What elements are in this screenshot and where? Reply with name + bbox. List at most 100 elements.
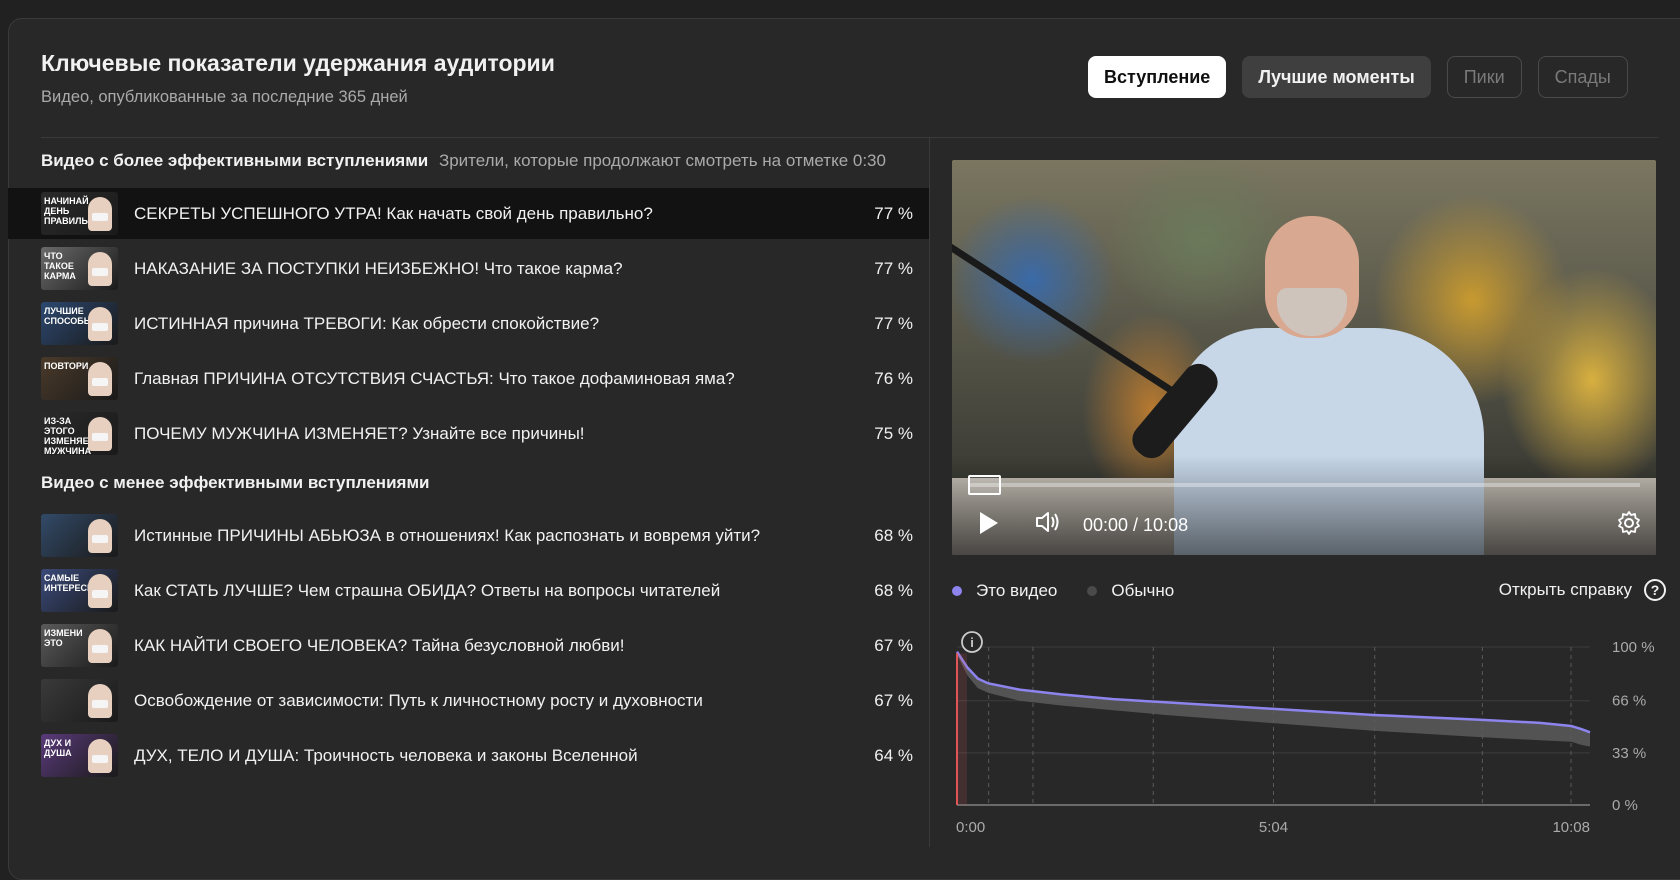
worse-video-row[interactable]: Истинные ПРИЧИНЫ АБЬЮЗА в отношениях! Ка… bbox=[8, 510, 929, 561]
thumbnail-face bbox=[88, 307, 112, 341]
retention-percent: 77 % bbox=[874, 313, 913, 333]
thumbnail-face bbox=[88, 362, 112, 396]
video-title[interactable]: Истинные ПРИЧИНЫ АБЬЮЗА в отношениях! Ка… bbox=[134, 526, 760, 546]
video-thumbnail[interactable]: ЛУЧШИЕ СПОСОБЫ bbox=[41, 302, 118, 345]
progress-bar[interactable] bbox=[968, 483, 1640, 487]
thumbnail-face bbox=[88, 252, 112, 286]
tab-intro[interactable]: Вступление bbox=[1088, 56, 1227, 98]
controls-overlay bbox=[952, 455, 1656, 555]
thumbnail-text: ЛУЧШИЕ СПОСОБЫ bbox=[44, 306, 93, 326]
video-title[interactable]: ИСТИННАЯ причина ТРЕВОГИ: Как обрести сп… bbox=[134, 314, 599, 334]
worse-heading-text: Видео с менее эффективными вступлениями bbox=[41, 473, 430, 492]
thumbnail-text: ИЗМЕНИ ЭТО bbox=[44, 628, 83, 648]
thumbnail-text: НАЧИНАЙ ДЕНЬ ПРАВИЛЬНО bbox=[44, 196, 102, 226]
retention-percent: 75 % bbox=[874, 423, 913, 443]
retention-percent: 68 % bbox=[874, 580, 913, 600]
page-subtitle: Видео, опубликованные за последние 365 д… bbox=[41, 88, 408, 106]
open-help-link[interactable]: Открыть справку ? bbox=[1499, 579, 1666, 601]
tab-peaks[interactable]: Пики bbox=[1446, 56, 1522, 98]
x-tick-label: 5:04 bbox=[1259, 819, 1288, 836]
thumbnail-face bbox=[88, 739, 112, 773]
chart-legend: Это видео Обычно bbox=[952, 581, 1204, 601]
thumbnail-text: САМЫЕ ИНТЕРЕСНЫЕ bbox=[44, 573, 109, 593]
thumbnail-face bbox=[88, 519, 112, 553]
legend-dot-typical bbox=[1087, 586, 1098, 596]
retention-percent: 68 % bbox=[874, 525, 913, 545]
retention-percent: 77 % bbox=[874, 203, 913, 223]
video-thumbnail[interactable]: ПОВТОРИ bbox=[41, 357, 118, 400]
video-title[interactable]: НАКАЗАНИЕ ЗА ПОСТУПКИ НЕИЗБЕЖНО! Что так… bbox=[134, 259, 623, 279]
thumbnail-text: ДУХ И ДУША bbox=[44, 738, 72, 758]
y-tick-label: 33 % bbox=[1612, 745, 1646, 762]
column-divider bbox=[929, 137, 930, 847]
better-video-row[interactable]: ПОВТОРИ Главная ПРИЧИНА ОТСУТСТВИЯ СЧАСТЬ… bbox=[8, 353, 929, 404]
y-tick-label: 66 % bbox=[1612, 693, 1646, 710]
y-tick-label: 100 % bbox=[1612, 639, 1655, 656]
better-video-row[interactable]: ЛУЧШИЕ СПОСОБЫ ИСТИННАЯ причина ТРЕВОГИ: … bbox=[8, 298, 929, 349]
video-thumbnail[interactable] bbox=[41, 514, 118, 557]
tab-best-moments[interactable]: Лучшие моменты bbox=[1242, 56, 1431, 98]
worse-video-row[interactable]: САМЫЕ ИНТЕРЕСНЫЕ Как СТАТЬ ЛУЧШЕ? Чем стр… bbox=[8, 565, 929, 616]
retention-percent: 67 % bbox=[874, 635, 913, 655]
thumbnail-text: ПОВТОРИ bbox=[44, 361, 89, 371]
video-thumbnail[interactable]: ИЗМЕНИ ЭТО bbox=[41, 624, 118, 667]
play-icon[interactable] bbox=[980, 512, 998, 534]
x-tick-label: 0:00 bbox=[956, 819, 985, 836]
better-heading-note: Зрители, которые продолжают смотреть на … bbox=[438, 151, 886, 170]
tab-bar: Вступление Лучшие моменты Пики Спады bbox=[1088, 56, 1628, 100]
retention-percent: 64 % bbox=[874, 745, 913, 765]
video-title[interactable]: СЕКРЕТЫ УСПЕШНОГО УТРА! Как начать свой … bbox=[134, 204, 653, 224]
better-section-heading: Видео с более эффективными вступлениями … bbox=[41, 151, 886, 171]
help-question-icon: ? bbox=[1644, 579, 1666, 601]
settings-gear-icon[interactable] bbox=[1616, 510, 1642, 536]
video-title[interactable]: Как СТАТЬ ЛУЧШЕ? Чем страшна ОБИДА? Отве… bbox=[134, 581, 720, 601]
worse-video-row[interactable]: ИЗМЕНИ ЭТО КАК НАЙТИ СВОЕГО ЧЕЛОВЕКА? Тай… bbox=[8, 620, 929, 671]
volume-icon[interactable] bbox=[1034, 509, 1062, 535]
video-thumbnail[interactable]: НАЧИНАЙ ДЕНЬ ПРАВИЛЬНО bbox=[41, 192, 118, 235]
video-thumbnail[interactable]: ИЗ-ЗА ЭТОГО ИЗМЕНЯЕТ МУЖЧИНА bbox=[41, 412, 118, 455]
video-title[interactable]: ПОЧЕМУ МУЖЧИНА ИЗМЕНЯЕТ? Узнайте все при… bbox=[134, 424, 585, 444]
retention-chart[interactable]: i 100 % 66 % 33 % 0 % 0:00 5:04 10:08 bbox=[940, 625, 1680, 843]
header-divider bbox=[41, 137, 1658, 138]
video-thumbnail[interactable]: ЧТО ТАКОЕ КАРМА bbox=[41, 247, 118, 290]
legend-dot-this-video bbox=[952, 586, 962, 596]
video-thumbnail[interactable]: ДУХ И ДУША bbox=[41, 734, 118, 777]
worse-video-row[interactable]: ДУХ И ДУША ДУХ, ТЕЛО И ДУША: Троичность ч… bbox=[8, 730, 929, 781]
thumbnail-face bbox=[88, 684, 112, 718]
thumbnail-face bbox=[88, 629, 112, 663]
progress-scrubber[interactable] bbox=[968, 475, 1001, 495]
worse-section-heading: Видео с менее эффективными вступлениями bbox=[41, 473, 429, 493]
video-title[interactable]: ДУХ, ТЕЛО И ДУША: Троичность человека и … bbox=[134, 746, 638, 766]
video-thumbnail[interactable] bbox=[41, 679, 118, 722]
legend-label-typical: Обычно bbox=[1111, 581, 1175, 600]
open-help-label: Открыть справку bbox=[1498, 580, 1632, 599]
time-display: 00:00 / 10:08 bbox=[1083, 515, 1189, 535]
video-title[interactable]: Освобождение от зависимости: Путь к личн… bbox=[134, 691, 703, 711]
legend-this-video: Это видео bbox=[952, 581, 1057, 601]
page-title: Ключевые показатели удержания аудитории bbox=[41, 50, 555, 76]
thumbnail-face bbox=[88, 574, 112, 608]
video-title[interactable]: Главная ПРИЧИНА ОТСУТСТВИЯ СЧАСТЬЯ: Что … bbox=[134, 369, 735, 389]
y-tick-label: 0 % bbox=[1612, 797, 1638, 814]
better-video-row[interactable]: ЧТО ТАКОЕ КАРМА НАКАЗАНИЕ ЗА ПОСТУПКИ НЕИ… bbox=[8, 243, 929, 294]
retention-percent: 76 % bbox=[874, 368, 913, 388]
thumbnail-face bbox=[88, 197, 112, 231]
worse-video-row[interactable]: Освобождение от зависимости: Путь к личн… bbox=[8, 675, 929, 726]
retention-percent: 67 % bbox=[874, 690, 913, 710]
thumbnail-text: ИЗ-ЗА ЭТОГО ИЗМЕНЯЕТ МУЖЧИНА bbox=[44, 416, 95, 455]
legend-label-this-video: Это видео bbox=[976, 581, 1058, 600]
better-video-row[interactable]: ИЗ-ЗА ЭТОГО ИЗМЕНЯЕТ МУЖЧИНА ПОЧЕМУ МУЖЧИ… bbox=[8, 408, 929, 459]
info-icon-glyph: i bbox=[970, 635, 974, 650]
x-tick-label: 10:08 bbox=[1552, 819, 1590, 836]
video-thumbnail[interactable]: САМЫЕ ИНТЕРЕСНЫЕ bbox=[41, 569, 118, 612]
legend-typical: Обычно bbox=[1087, 581, 1174, 601]
thumbnail-text: ЧТО ТАКОЕ КАРМА bbox=[44, 251, 76, 281]
video-player[interactable]: 00:00 / 10:08 bbox=[952, 160, 1656, 555]
thumbnail-face bbox=[88, 417, 112, 451]
better-heading-text: Видео с более эффективными вступлениями bbox=[41, 151, 429, 170]
video-title[interactable]: КАК НАЙТИ СВОЕГО ЧЕЛОВЕКА? Тайна безусло… bbox=[134, 636, 624, 656]
tab-dips[interactable]: Спады bbox=[1537, 56, 1628, 98]
better-video-row[interactable]: НАЧИНАЙ ДЕНЬ ПРАВИЛЬНО СЕКРЕТЫ УСПЕШНОГО … bbox=[8, 188, 929, 239]
retention-percent: 77 % bbox=[874, 258, 913, 278]
playhead-shade bbox=[957, 653, 967, 805]
